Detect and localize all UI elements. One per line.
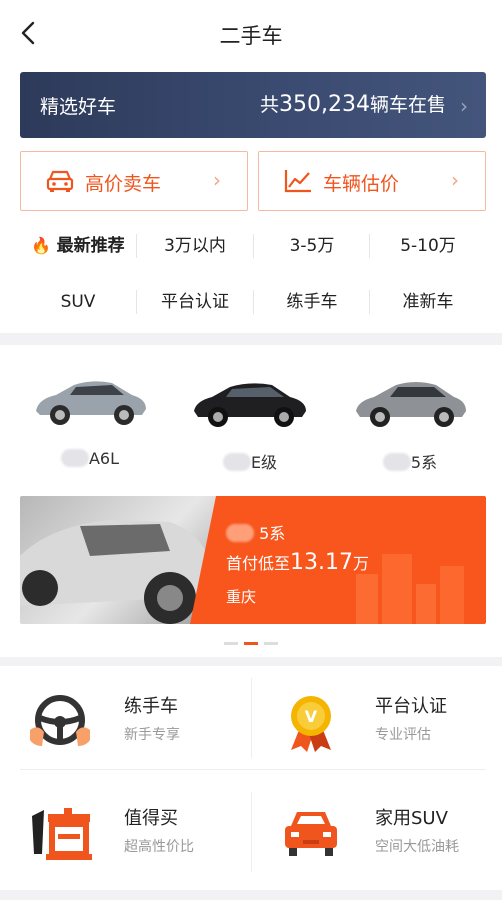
svg-text:V: V <box>305 707 318 726</box>
promo-city: 重庆 <box>226 588 257 606</box>
featured-section: A6L E级 5系 5系 首付低至13.17万 重庆 <box>0 345 502 657</box>
feature-grid: 练手车 新手专享 V 平台认证 专业评估 值得买 超高性价比 家用SUV 空间大… <box>0 666 502 890</box>
banner-title: 精选好车 <box>40 96 117 118</box>
filter-beginner[interactable]: 练手车 <box>254 284 370 320</box>
feature-title: 练手车 <box>124 696 178 717</box>
promo-car-image <box>20 496 220 624</box>
feature-title: 平台认证 <box>375 696 447 717</box>
steering-wheel-icon <box>30 695 90 746</box>
feature-value[interactable]: 值得买 超高性价比 <box>0 778 251 890</box>
sell-car-button[interactable]: 高价卖车 › <box>20 151 248 211</box>
zhi-icon <box>32 808 92 860</box>
page-title: 二手车 <box>219 24 283 48</box>
feature-subtitle: 超高性价比 <box>124 839 194 855</box>
car-front-icon <box>46 170 74 192</box>
valuation-button[interactable]: 车辆估价 › <box>258 151 486 211</box>
banner-count: 共350,234辆车在售 <box>259 92 446 117</box>
sedan-icon[interactable] <box>190 363 310 433</box>
inventory-banner[interactable]: 精选好车 共350,234辆车在售 › <box>20 72 486 138</box>
trend-chart-icon <box>284 170 311 193</box>
chevron-right-icon: › <box>213 168 221 192</box>
filter-suv[interactable]: SUV <box>20 284 136 320</box>
blurred-brand <box>226 524 254 542</box>
feature-subtitle: 空间大低油耗 <box>375 839 459 855</box>
carousel-dot[interactable] <box>224 642 238 645</box>
valuation-label: 车辆估价 <box>323 173 400 195</box>
coupe-icon[interactable] <box>350 363 470 433</box>
filter-certified[interactable]: 平台认证 <box>137 284 253 320</box>
feature-beginner[interactable]: 练手车 新手专享 <box>0 666 251 778</box>
promo-model: 5系 <box>226 520 285 544</box>
feature-subtitle: 专业评估 <box>375 727 431 743</box>
sports-coupe-icon[interactable] <box>30 363 150 433</box>
feature-title: 值得买 <box>124 808 178 829</box>
car-name[interactable]: E级 <box>190 449 310 473</box>
sell-car-label: 高价卖车 <box>85 173 162 195</box>
chevron-right-icon: › <box>460 94 468 118</box>
blurred-brand <box>60 449 89 467</box>
carousel-indicator <box>0 642 502 645</box>
filter-3-5w[interactable]: 3-5万 <box>254 228 370 264</box>
feature-title: 家用SUV <box>375 808 448 829</box>
blurred-brand <box>222 453 251 471</box>
filter-latest[interactable]: 🔥 最新推荐 <box>20 228 136 264</box>
filter-5-10w[interactable]: 5-10万 <box>370 228 486 264</box>
family-car-icon <box>285 812 337 856</box>
blurred-brand <box>382 453 411 471</box>
promo-banner[interactable]: 5系 首付低至13.17万 重庆 <box>20 496 486 624</box>
fire-icon: 🔥 <box>31 236 52 255</box>
carousel-dot[interactable] <box>264 642 278 645</box>
feature-certified[interactable]: V 平台认证 专业评估 <box>251 666 502 778</box>
chevron-right-icon: › <box>451 168 459 192</box>
filter-under-3w[interactable]: 3万以内 <box>137 228 253 264</box>
car-name[interactable]: 5系 <box>350 449 470 473</box>
promo-price: 首付低至13.17万 <box>226 550 370 575</box>
medal-icon: V <box>291 696 331 752</box>
car-name[interactable]: A6L <box>30 449 150 468</box>
nav-bar: 二手车 <box>0 0 502 66</box>
feature-subtitle: 新手专享 <box>124 727 180 743</box>
carousel-dot-active[interactable] <box>244 642 258 645</box>
feature-suv[interactable]: 家用SUV 空间大低油耗 <box>251 778 502 890</box>
top-section: 二手车 精选好车 共350,234辆车在售 › 高价卖车 › 车辆估价 › 🔥 … <box>0 0 502 333</box>
filter-nearly-new[interactable]: 准新车 <box>370 284 486 320</box>
